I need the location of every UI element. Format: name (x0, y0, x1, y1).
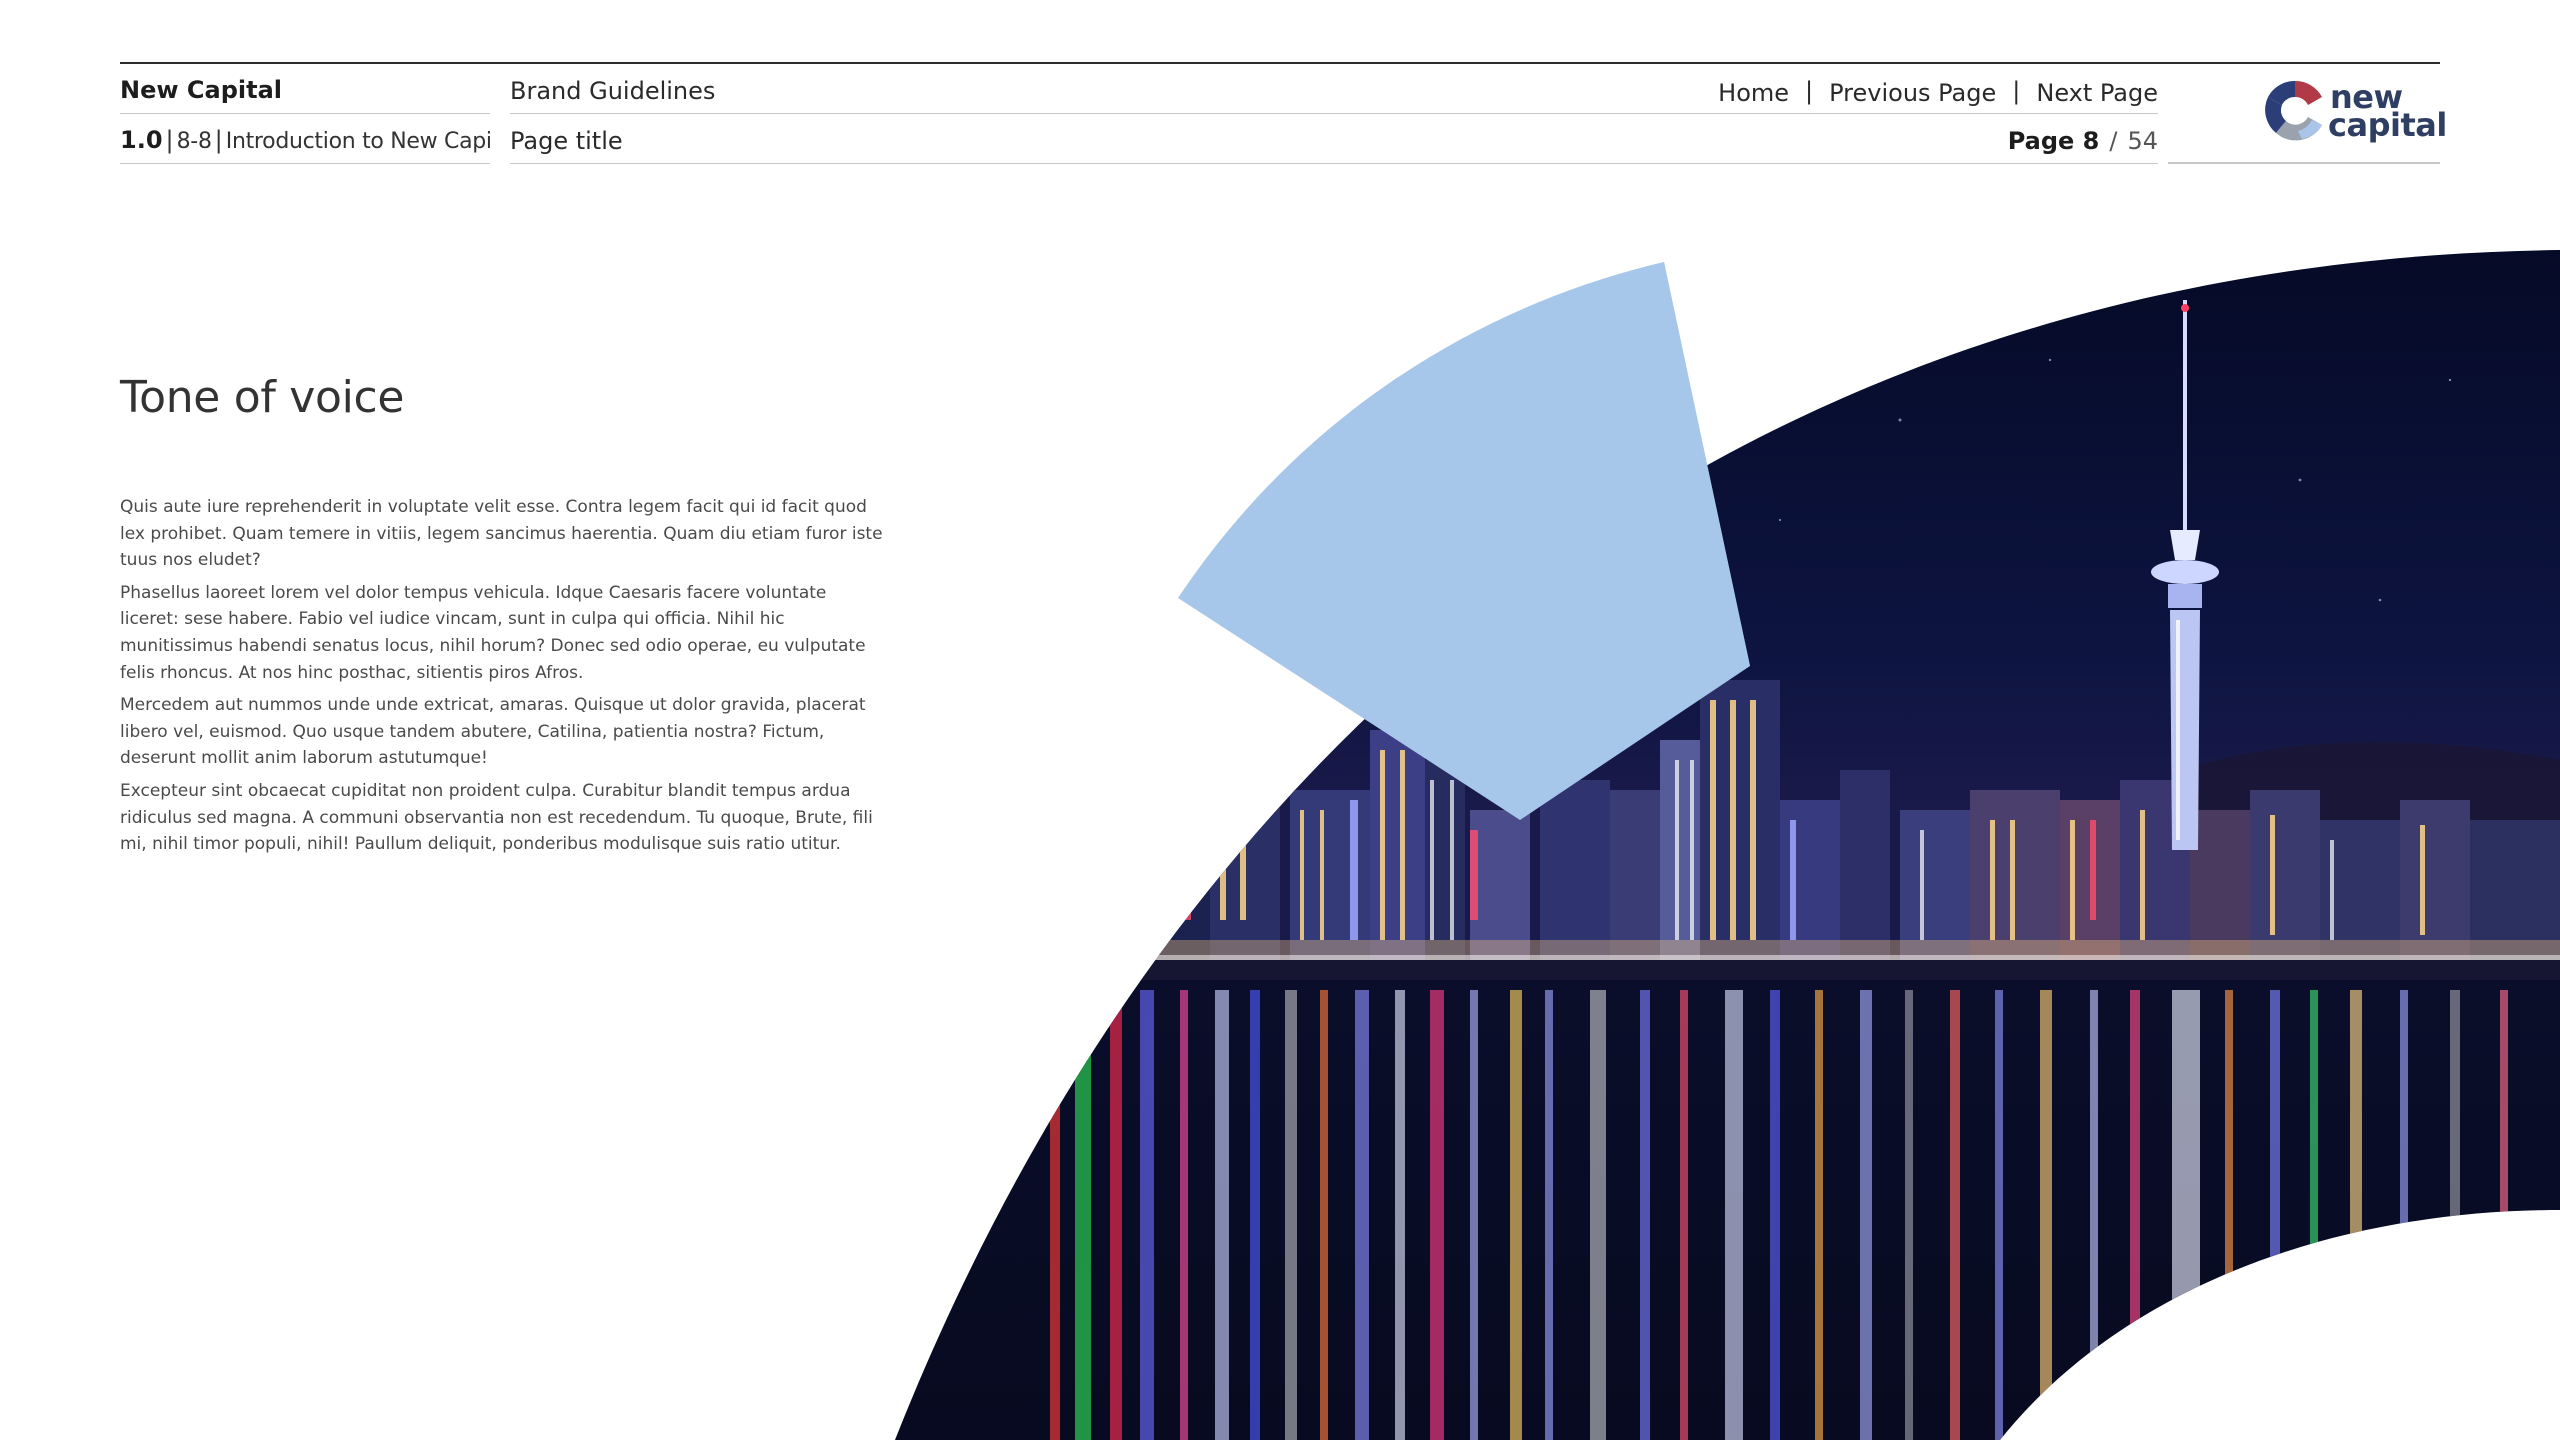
city-skyline-night-photo (895, 250, 2560, 1440)
hero-artwork (895, 250, 2560, 1440)
